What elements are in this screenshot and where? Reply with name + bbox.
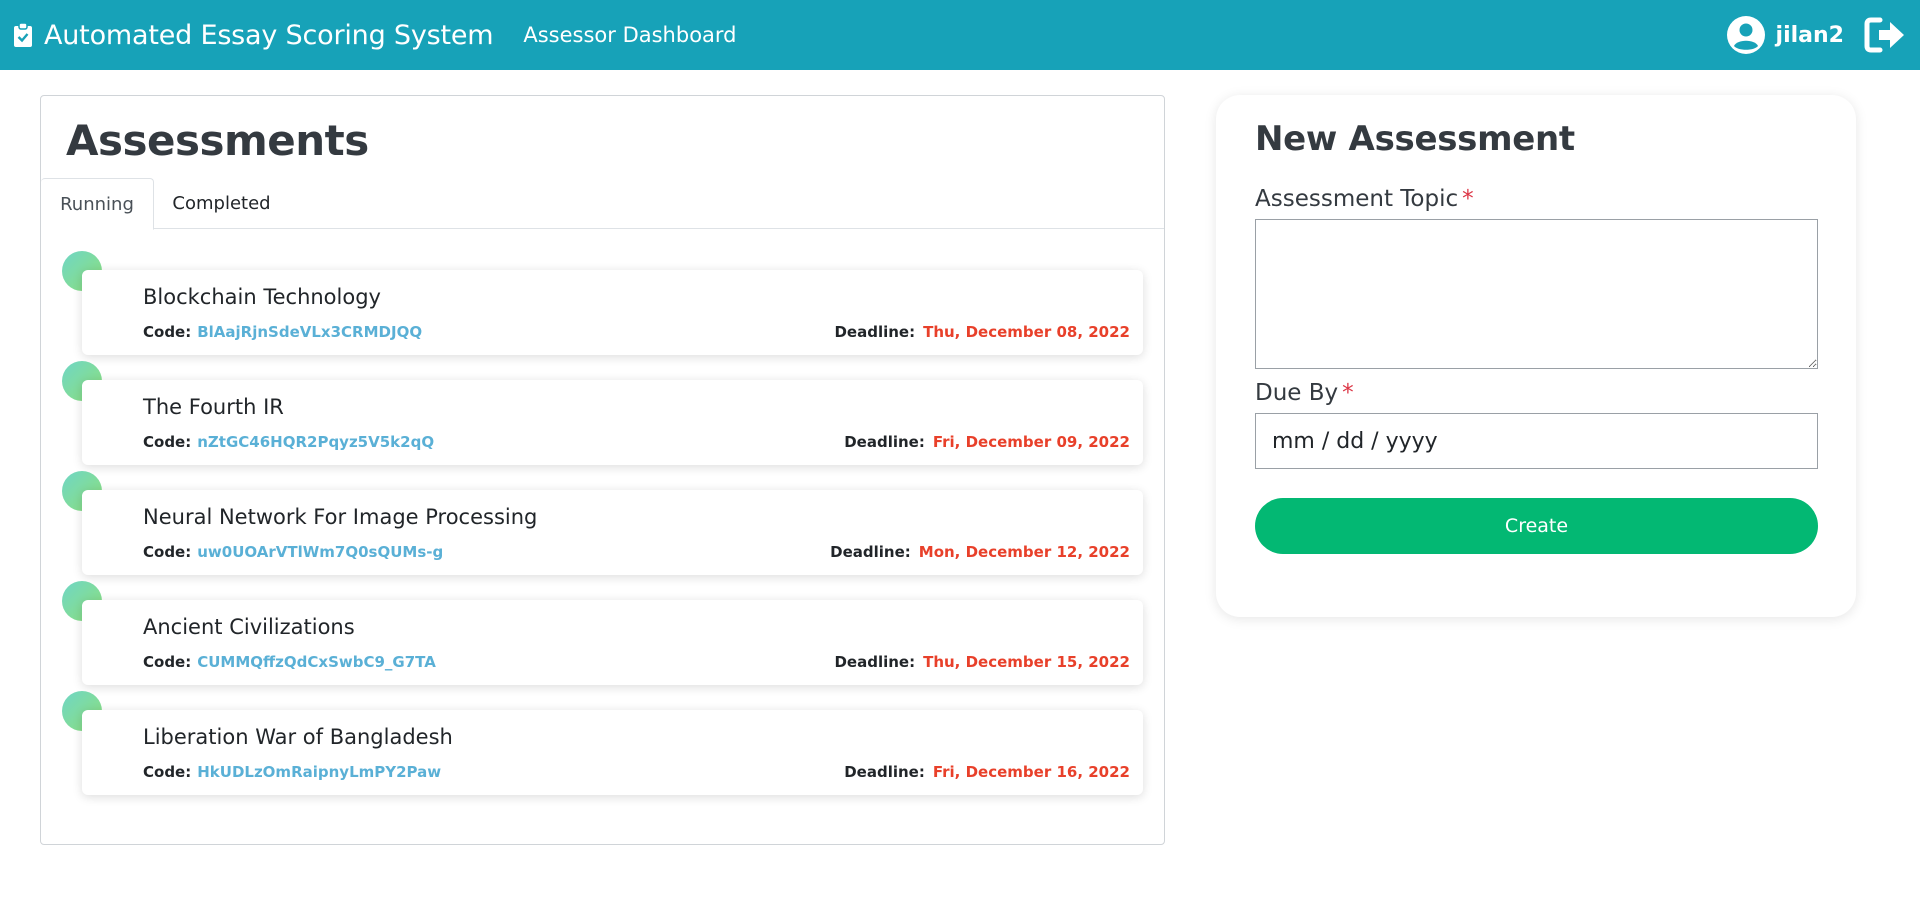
assessment-item[interactable]: Blockchain Technology Code: BlAajRjnSdeVL… — [41, 251, 1164, 361]
app-title: Automated Essay Scoring System — [44, 19, 494, 51]
tab-running[interactable]: Running — [41, 178, 154, 230]
code-label: Code: — [143, 763, 192, 781]
assessment-deadline: Deadline: Thu, December 15, 2022 — [834, 653, 1130, 671]
code-value: CUMMQffzQdCxSwbC9_G7TA — [197, 653, 436, 671]
assessment-code: Code: HkUDLzOmRaipnyLmPY2Paw — [143, 763, 441, 781]
required-marker: * — [1342, 380, 1354, 406]
deadline-label: Deadline: — [844, 433, 925, 451]
assessment-card[interactable]: Ancient Civilizations Code: CUMMQffzQdCxS… — [82, 600, 1143, 685]
due-date-placeholder: mm / dd / yyyy — [1272, 428, 1438, 454]
assessment-card[interactable]: Blockchain Technology Code: BlAajRjnSdeVL… — [82, 270, 1143, 355]
assessment-title[interactable]: Liberation War of Bangladesh — [143, 725, 453, 749]
assessment-deadline: Deadline: Thu, December 08, 2022 — [834, 323, 1130, 341]
user-circle-icon[interactable] — [1726, 15, 1766, 55]
assessment-card[interactable]: Neural Network For Image Processing Code… — [82, 490, 1143, 575]
assessment-item[interactable]: Neural Network For Image Processing Code… — [41, 471, 1164, 581]
assessments-panel: Assessments Running Completed Blockchain… — [40, 95, 1165, 845]
assessment-deadline: Deadline: Mon, December 12, 2022 — [830, 543, 1130, 561]
assessment-code: Code: uw0UOArVTlWm7Q0sQUMs-g — [143, 543, 443, 561]
assessment-list: Blockchain Technology Code: BlAajRjnSdeVL… — [41, 251, 1164, 801]
assessment-title[interactable]: Blockchain Technology — [143, 285, 381, 309]
user-area: jilan2 — [1726, 15, 1906, 55]
deadline-value: Thu, December 15, 2022 — [923, 653, 1130, 671]
assessment-card[interactable]: Liberation War of Bangladesh Code: HkUDLz… — [82, 710, 1143, 795]
code-value: uw0UOArVTlWm7Q0sQUMs-g — [197, 543, 444, 561]
top-navbar: Automated Essay Scoring System Assessor … — [0, 0, 1920, 70]
nav-link-assessor-dashboard[interactable]: Assessor Dashboard — [523, 23, 736, 47]
deadline-label: Deadline: — [834, 323, 916, 341]
assessments-title: Assessments — [66, 116, 369, 165]
code-label: Code: — [143, 543, 192, 561]
code-value: nZtGC46HQR2Pqyz5V5k2qQ — [197, 433, 435, 451]
code-value: HkUDLzOmRaipnyLmPY2Paw — [197, 763, 442, 781]
assessment-topic-label: Assessment Topic * — [1255, 186, 1474, 212]
assessment-title[interactable]: The Fourth IR — [143, 395, 284, 419]
code-label: Code: — [143, 433, 192, 451]
due-by-label-text: Due By — [1255, 380, 1339, 406]
username[interactable]: jilan2 — [1776, 23, 1844, 48]
assessment-title[interactable]: Neural Network For Image Processing — [143, 505, 537, 529]
code-value: BlAajRjnSdeVLx3CRMDJQQ — [197, 323, 423, 341]
clipboard-check-icon — [14, 23, 32, 47]
new-assessment-title: New Assessment — [1255, 119, 1575, 159]
tab-completed[interactable]: Completed — [154, 178, 289, 229]
deadline-label: Deadline: — [834, 653, 916, 671]
assessment-code: Code: BlAajRjnSdeVLx3CRMDJQQ — [143, 323, 422, 341]
deadline-label: Deadline: — [844, 763, 925, 781]
code-label: Code: — [143, 323, 192, 341]
deadline-value: Fri, December 09, 2022 — [932, 433, 1130, 451]
brand[interactable]: Automated Essay Scoring System — [14, 19, 494, 51]
assessment-item[interactable]: Ancient Civilizations Code: CUMMQffzQdCxS… — [41, 581, 1164, 691]
required-marker: * — [1462, 186, 1474, 212]
sign-out-icon[interactable] — [1864, 17, 1906, 53]
assessment-code: Code: nZtGC46HQR2Pqyz5V5k2qQ — [143, 433, 434, 451]
assessment-item[interactable]: Liberation War of Bangladesh Code: HkUDLz… — [41, 691, 1164, 801]
due-by-label: Due By * — [1255, 380, 1354, 406]
code-label: Code: — [143, 653, 192, 671]
deadline-value: Mon, December 12, 2022 — [918, 543, 1130, 561]
assessment-item[interactable]: The Fourth IR Code: nZtGC46HQR2Pqyz5V5k2q… — [41, 361, 1164, 471]
assessment-deadline: Deadline: Fri, December 09, 2022 — [844, 433, 1130, 451]
assessment-deadline: Deadline: Fri, December 16, 2022 — [844, 763, 1130, 781]
assessment-tabs: Running Completed — [41, 178, 1164, 230]
deadline-value: Fri, December 16, 2022 — [932, 763, 1130, 781]
new-assessment-panel: New Assessment Assessment Topic * Due By *… — [1216, 95, 1856, 617]
deadline-label: Deadline: — [830, 543, 911, 561]
assessment-topic-input[interactable] — [1255, 219, 1818, 369]
assessment-topic-label-text: Assessment Topic — [1255, 186, 1459, 212]
due-date-input[interactable]: mm / dd / yyyy — [1255, 413, 1818, 469]
create-button[interactable]: Create — [1255, 498, 1818, 554]
assessment-title[interactable]: Ancient Civilizations — [143, 615, 355, 639]
assessment-code: Code: CUMMQffzQdCxSwbC9_G7TA — [143, 653, 436, 671]
deadline-value: Thu, December 08, 2022 — [923, 323, 1130, 341]
assessment-card[interactable]: The Fourth IR Code: nZtGC46HQR2Pqyz5V5k2q… — [82, 380, 1143, 465]
